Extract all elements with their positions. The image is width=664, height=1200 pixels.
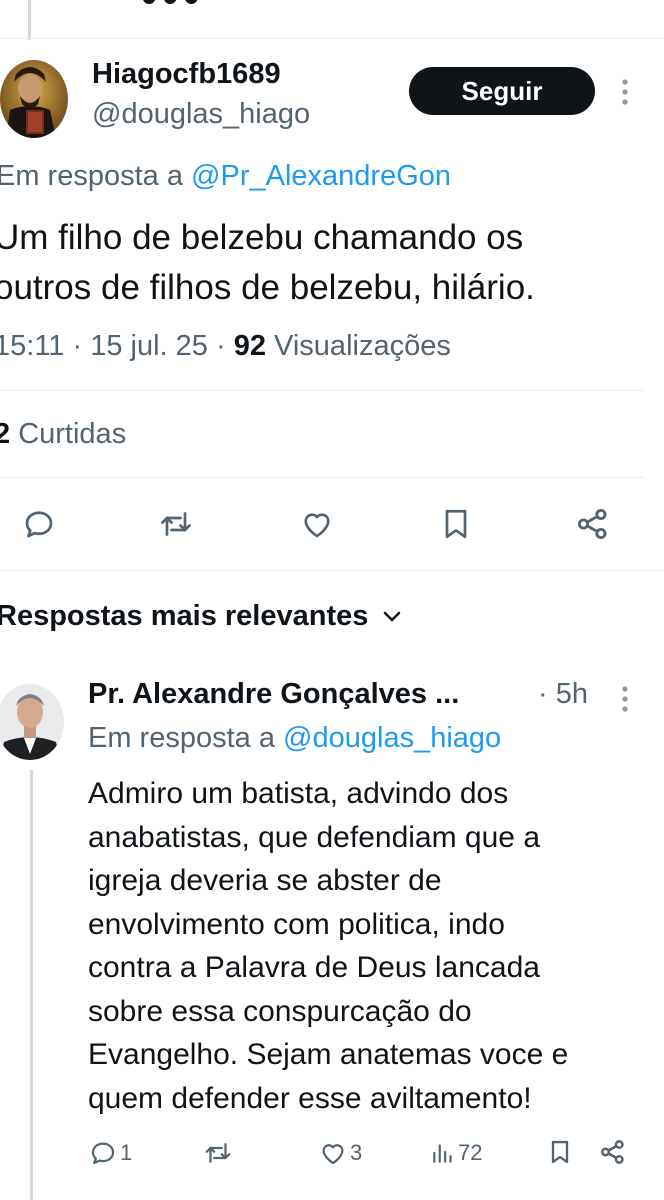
tweet-date[interactable]: 15 jul. 25 — [90, 330, 208, 362]
reply-display-name[interactable]: Pr. Alexandre Gonçalves ... — [88, 678, 459, 711]
likes-label: Curtidas — [18, 418, 127, 450]
retweet-icon[interactable] — [202, 1138, 234, 1168]
tweet-text-line2: outros de filhos de belzebu, hilário. — [0, 268, 535, 307]
reply-text-line: quem defender esse aviltamento! — [88, 1081, 532, 1115]
retweet-icon[interactable] — [156, 506, 196, 542]
reply-text-line: igreja deveria se abster de — [88, 864, 442, 897]
reply-icon — [88, 1138, 118, 1168]
tweet-text-line1: Um filho de belzebu chamando os — [0, 218, 524, 257]
reply-reply-to-line: Em resposta a @douglas_hiago — [88, 722, 501, 755]
reply-count: 1 — [120, 1140, 133, 1165]
sort-dropdown[interactable]: Respostas mais relevantes — [0, 600, 402, 633]
sort-label: Respostas mais relevantes — [0, 600, 369, 632]
actions-divider — [0, 570, 664, 571]
tweet-time[interactable]: 15:11 — [0, 330, 64, 362]
reply-icon[interactable] — [20, 506, 58, 542]
like-icon — [318, 1138, 348, 1168]
reply-to-line: Em resposta a @Pr_AlexandreGon — [0, 160, 451, 193]
share-icon[interactable] — [598, 1137, 628, 1167]
reply-text-line: Evangelho. Sejam anatemas voce e — [88, 1038, 569, 1071]
reply-avatar[interactable] — [0, 684, 64, 760]
views-label: Visualizações — [274, 330, 451, 362]
bookmark-icon[interactable] — [438, 504, 474, 544]
reply-text-line: sobre essa conspurcação do — [88, 994, 472, 1028]
top-divider — [0, 38, 664, 39]
reply-time[interactable]: · 5h — [538, 678, 588, 711]
thread-line-top — [28, 0, 31, 40]
tweet-meta: 15:11 · 15 jul. 25 · 92 Visualizações — [0, 330, 451, 363]
chevron-down-icon — [382, 610, 402, 624]
reply-text: Admiro um batista, advindo dos anabatist… — [88, 772, 568, 1120]
reply-text-line: envolvimento com politica, indo — [88, 907, 505, 941]
reply-text-line: contra a Palavra de Deus lancada — [88, 951, 540, 984]
reply-views-action[interactable]: 72 — [430, 1138, 482, 1168]
meta-sep: · — [72, 330, 83, 362]
bookmark-icon[interactable] — [546, 1136, 574, 1168]
reply-like-action[interactable]: 3 — [318, 1138, 362, 1168]
likes-summary[interactable]: 2 Curtidas — [0, 418, 126, 451]
reply-reply-action[interactable]: 1 — [88, 1138, 132, 1168]
more-icon[interactable] — [616, 78, 634, 106]
reply-reply-to-link[interactable]: @douglas_hiago — [283, 722, 501, 754]
avatar[interactable] — [0, 60, 68, 138]
share-icon[interactable] — [574, 505, 612, 543]
likes-divider — [0, 477, 644, 478]
views-count: 92 — [233, 330, 266, 362]
reply-prefix: Em resposta a — [0, 160, 183, 192]
view-count: 72 — [458, 1140, 483, 1165]
reply-text-line: anabatistas, que defendiam que a — [88, 820, 541, 854]
tweet-display-name[interactable]: Hiagocfb1689 — [92, 58, 281, 91]
reply-reply-prefix: Em resposta a — [88, 722, 275, 754]
reply-to-link[interactable]: @Pr_AlexandreGon — [191, 160, 451, 192]
reply-text-line: Admiro um batista, advindo dos — [88, 777, 509, 810]
likes-count: 2 — [0, 418, 11, 450]
meta-divider — [0, 390, 644, 391]
views-icon — [430, 1138, 456, 1168]
reply-more-icon[interactable] — [616, 685, 634, 713]
meta-sep: · — [215, 330, 226, 362]
tweet-handle[interactable]: @douglas_hiago — [92, 98, 310, 131]
thread-line-reply — [30, 770, 33, 1200]
follow-button[interactable]: Seguir — [409, 67, 595, 115]
like-icon[interactable] — [298, 506, 336, 542]
partial-top-text: ●●● — [140, 0, 203, 14]
like-count: 3 — [350, 1140, 363, 1165]
